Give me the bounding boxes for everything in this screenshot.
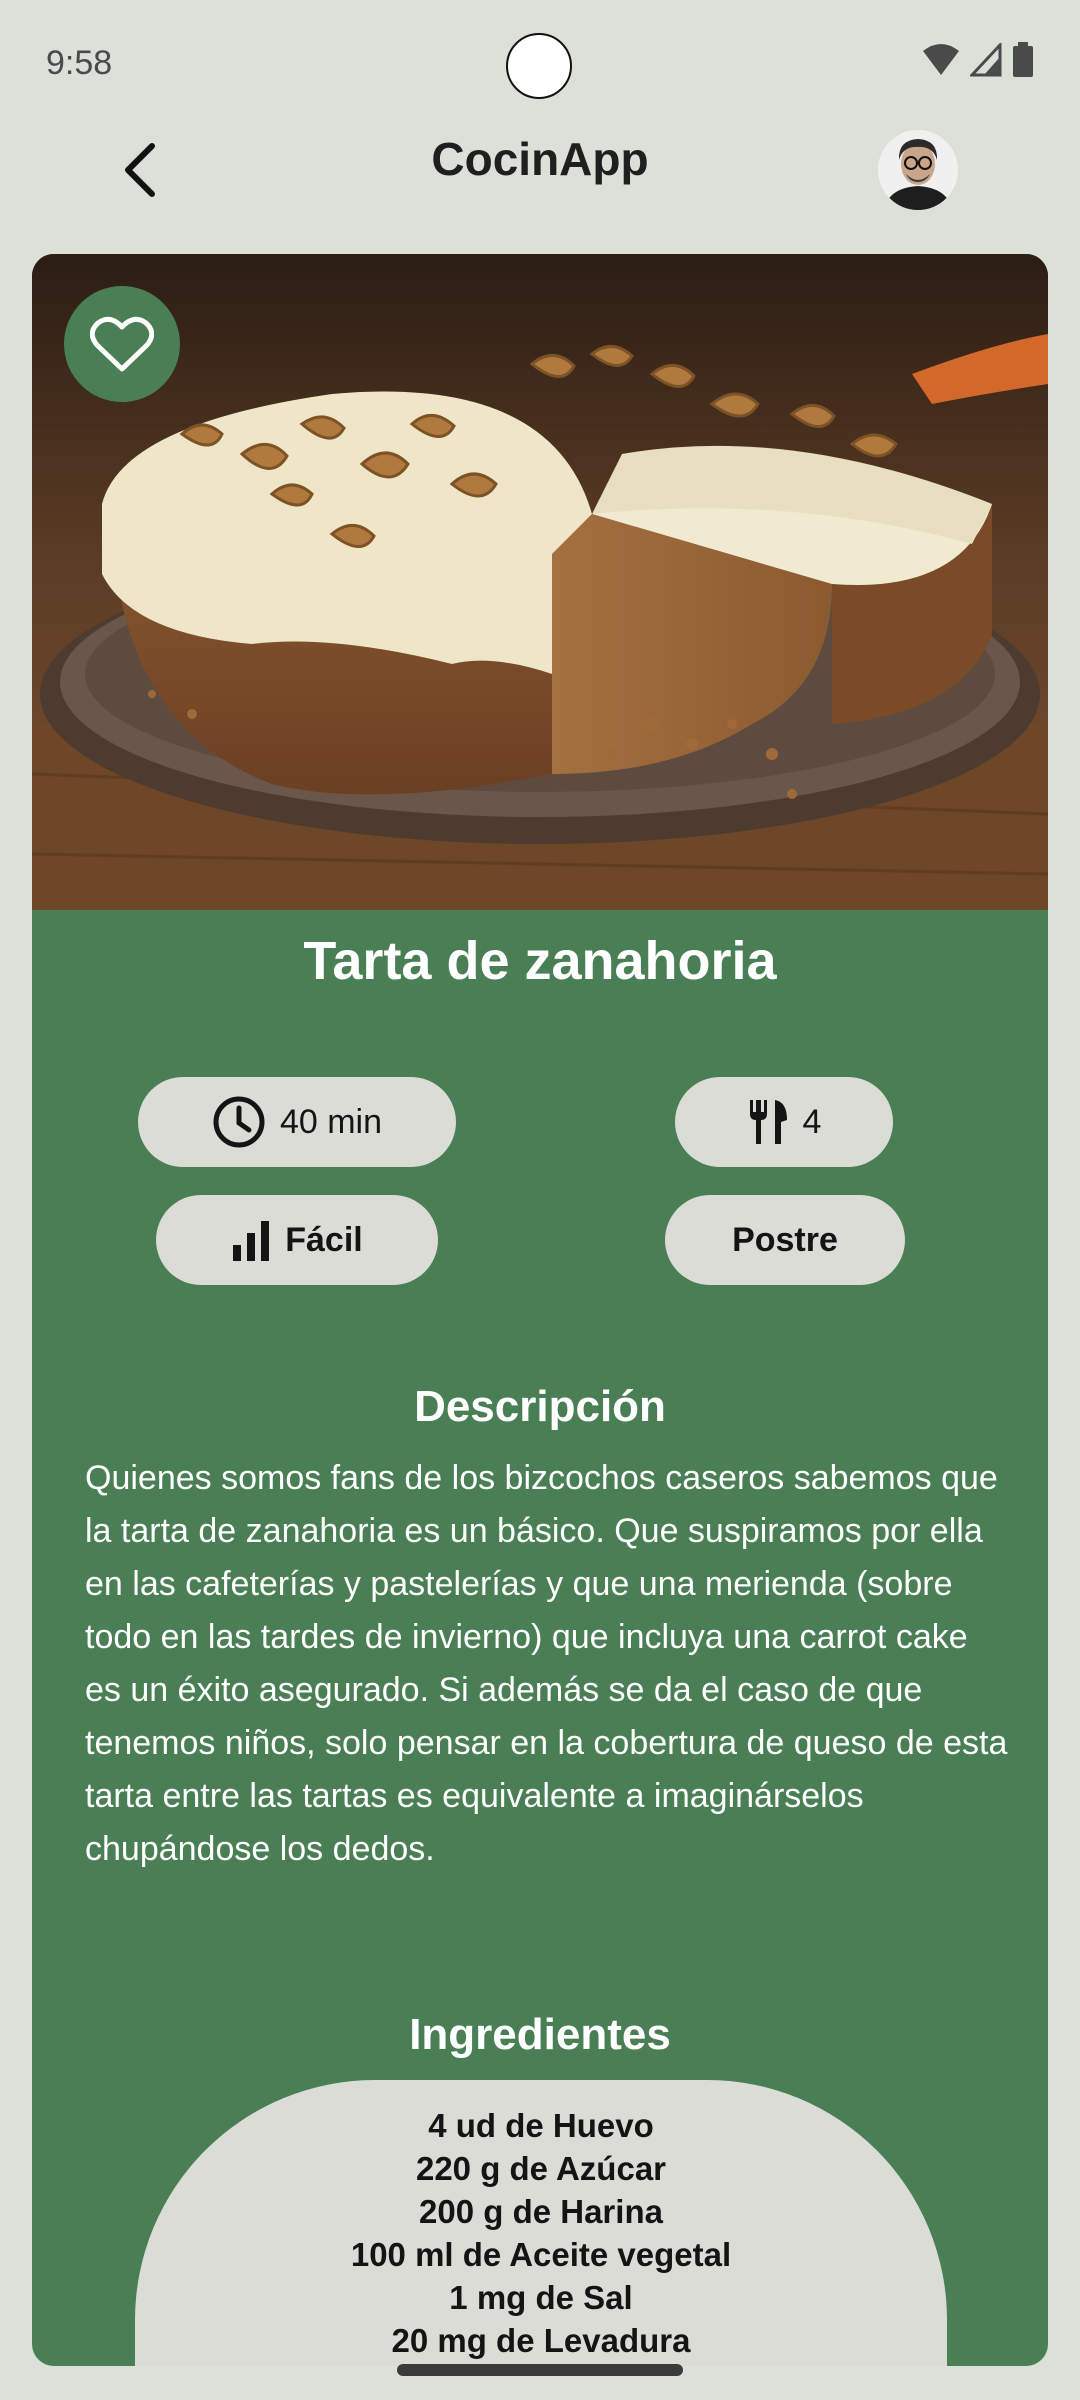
- recipe-title: Tarta de zanahoria: [303, 931, 777, 991]
- ingredient-item: 200 g de Harina: [419, 2193, 663, 2230]
- battery-icon: [1013, 42, 1033, 77]
- avatar[interactable]: [878, 130, 958, 210]
- difficulty-value: Fácil: [285, 1220, 363, 1259]
- home-indicator[interactable]: [397, 2364, 683, 2376]
- ingredients-list: 4 ud de Huevo 220 g de Azúcar 200 g de H…: [135, 2104, 947, 2362]
- status-time: 9:58: [46, 44, 113, 82]
- servings-chip: 4: [675, 1077, 893, 1167]
- servings-value: 4: [802, 1102, 822, 1141]
- heart-outline-icon: [90, 316, 154, 372]
- favorite-button[interactable]: [64, 286, 180, 402]
- time-value: 40 min: [279, 1102, 383, 1141]
- ingredient-item: 1 mg de Sal: [449, 2279, 633, 2316]
- carrot-cake-illustration: [32, 254, 1048, 910]
- user-avatar-icon: [878, 130, 958, 210]
- recipe-image: [32, 254, 1048, 910]
- recipe-card: Tarta de zanahoria 40 min 4 Fácil Postre…: [32, 254, 1048, 2366]
- ingredient-item: 100 ml de Aceite vegetal: [350, 2236, 732, 2273]
- difficulty-chip: Fácil: [156, 1195, 438, 1285]
- description-text: Quienes somos fans de los bizcochos case…: [85, 1459, 1008, 1868]
- status-icons: [922, 42, 1034, 78]
- status-bar: 9:58: [0, 0, 1080, 130]
- category-value: Postre: [732, 1220, 838, 1259]
- wifi-icon: [923, 44, 959, 75]
- clock-icon: [213, 1096, 265, 1148]
- time-chip: 40 min: [138, 1077, 456, 1167]
- category-chip: Postre: [665, 1195, 905, 1285]
- ingredients-panel: 4 ud de Huevo 220 g de Azúcar 200 g de H…: [135, 2080, 947, 2366]
- description-heading: Descripción: [414, 1382, 666, 1431]
- ingredient-item: 4 ud de Huevo: [428, 2107, 654, 2144]
- app-bar: CocinApp: [0, 120, 1080, 240]
- bar-chart-icon: [233, 1221, 270, 1261]
- ingredient-item: 20 mg de Levadura: [391, 2322, 691, 2359]
- ingredients-heading: Ingredientes: [409, 2010, 671, 2059]
- fork-knife-icon: [749, 1100, 787, 1144]
- ingredient-item: 220 g de Azúcar: [415, 2150, 667, 2187]
- signal-icon: [970, 43, 1002, 77]
- camera-cutout: [506, 33, 572, 99]
